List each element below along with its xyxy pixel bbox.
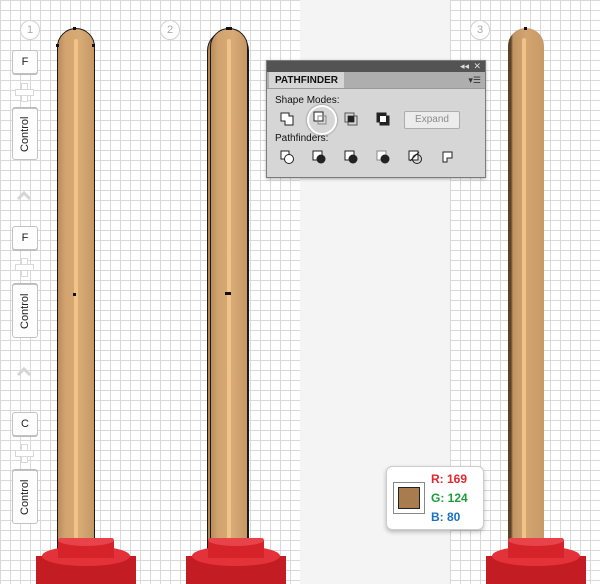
chevron-up-icon xyxy=(16,190,32,200)
anchor-point xyxy=(226,27,232,30)
anchor-point xyxy=(225,292,231,295)
unite-icon[interactable] xyxy=(279,111,295,127)
crop-icon[interactable] xyxy=(375,149,391,165)
step-number-3: 3 xyxy=(470,20,490,40)
minus-front-icon[interactable] xyxy=(312,110,328,126)
merge-icon[interactable] xyxy=(343,149,359,165)
plunger-cup xyxy=(186,538,286,584)
plus-icon xyxy=(15,83,34,102)
anchor-point xyxy=(73,293,76,296)
key-c: C xyxy=(12,412,38,436)
panel-tab-bar: PATHFINDER ▾☰ xyxy=(267,72,485,89)
color-swatch-frame xyxy=(393,482,425,514)
key-control: Control xyxy=(12,470,38,524)
expand-button[interactable]: Expand xyxy=(404,111,460,129)
minus-back-icon[interactable] xyxy=(439,149,455,165)
outline-icon[interactable] xyxy=(407,149,423,165)
close-icon[interactable]: ✕ xyxy=(473,61,481,72)
handle-highlight xyxy=(521,38,526,550)
handle-highlight xyxy=(227,39,231,551)
exclude-icon[interactable] xyxy=(375,111,391,127)
shape-modes-label: Shape Modes: xyxy=(275,95,340,106)
color-readout: R: 169 G: 124 B: 80 xyxy=(386,466,484,530)
plunger-handle xyxy=(57,28,95,558)
divide-icon[interactable] xyxy=(279,149,295,165)
plunger-handle-shaded xyxy=(508,28,544,556)
panel-menu-icon[interactable]: ▾☰ xyxy=(468,75,481,86)
chevron-up-icon xyxy=(16,366,32,376)
pathfinder-panel: ◂◂ ✕ PATHFINDER ▾☰ Shape Modes: Expand P… xyxy=(266,60,486,178)
tab-pathfinder[interactable]: PATHFINDER xyxy=(269,72,344,88)
trim-icon[interactable] xyxy=(311,149,327,165)
blue-value: B: 80 xyxy=(431,510,461,524)
key-f: F xyxy=(12,226,38,250)
red-value: R: 169 xyxy=(431,472,468,486)
collapse-icon[interactable]: ◂◂ xyxy=(460,61,469,72)
plus-icon xyxy=(15,258,34,277)
key-f: F xyxy=(12,50,38,74)
plunger-cup xyxy=(486,538,586,584)
anchor-point xyxy=(56,44,59,47)
plus-icon xyxy=(15,444,34,463)
color-swatch xyxy=(398,487,420,509)
green-value: G: 124 xyxy=(431,491,468,505)
panel-title-bar[interactable]: ◂◂ ✕ xyxy=(267,61,485,72)
key-control: Control xyxy=(12,108,38,160)
anchor-point xyxy=(73,27,76,30)
anchor-point xyxy=(524,27,527,30)
anchor-point xyxy=(92,44,95,47)
step-number-1: 1 xyxy=(20,20,40,40)
plunger-cup xyxy=(36,538,136,584)
key-control: Control xyxy=(12,284,38,338)
pathfinders-label: Pathfinders: xyxy=(275,133,329,144)
intersect-icon[interactable] xyxy=(343,111,359,127)
step-number-2: 2 xyxy=(160,20,180,40)
